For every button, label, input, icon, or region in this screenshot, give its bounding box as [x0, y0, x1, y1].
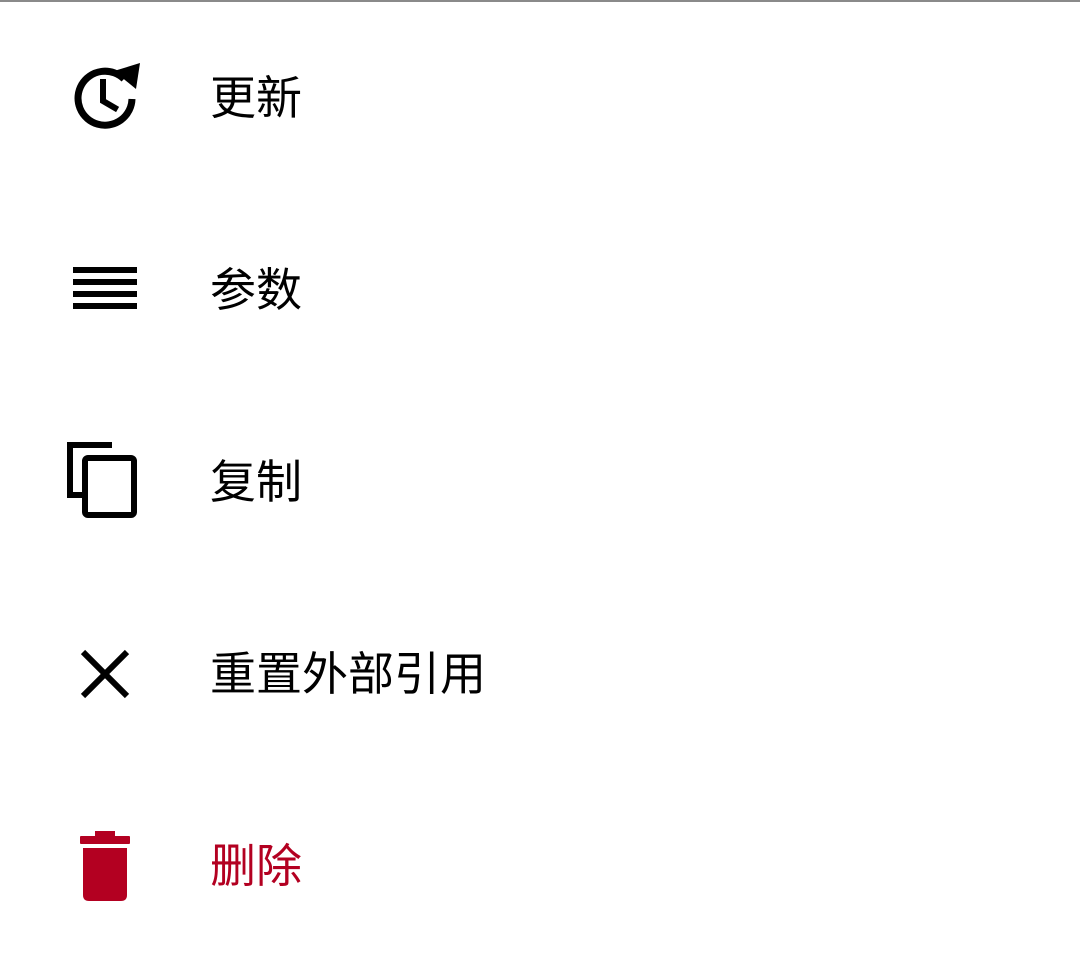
menu-item-copy[interactable]: 复制: [0, 386, 1080, 578]
menu-item-reset-external-ref[interactable]: 重置外部引用: [0, 578, 1080, 770]
menu-item-params[interactable]: 参数: [0, 194, 1080, 386]
trash-icon: [64, 825, 146, 907]
menu-item-label: 复制: [210, 455, 302, 509]
update-clock-icon: [64, 57, 146, 139]
menu-item-label: 删除: [210, 839, 302, 893]
menu-item-label: 更新: [210, 71, 302, 125]
copy-icon: [64, 441, 146, 523]
menu-item-label: 重置外部引用: [210, 647, 486, 701]
context-menu: 更新 参数 复制 重置外部引用 删除: [0, 2, 1080, 962]
list-lines-icon: [64, 249, 146, 331]
menu-item-label: 参数: [210, 263, 302, 317]
close-icon: [64, 633, 146, 715]
menu-item-update[interactable]: 更新: [0, 2, 1080, 194]
menu-item-delete[interactable]: 删除: [0, 770, 1080, 962]
